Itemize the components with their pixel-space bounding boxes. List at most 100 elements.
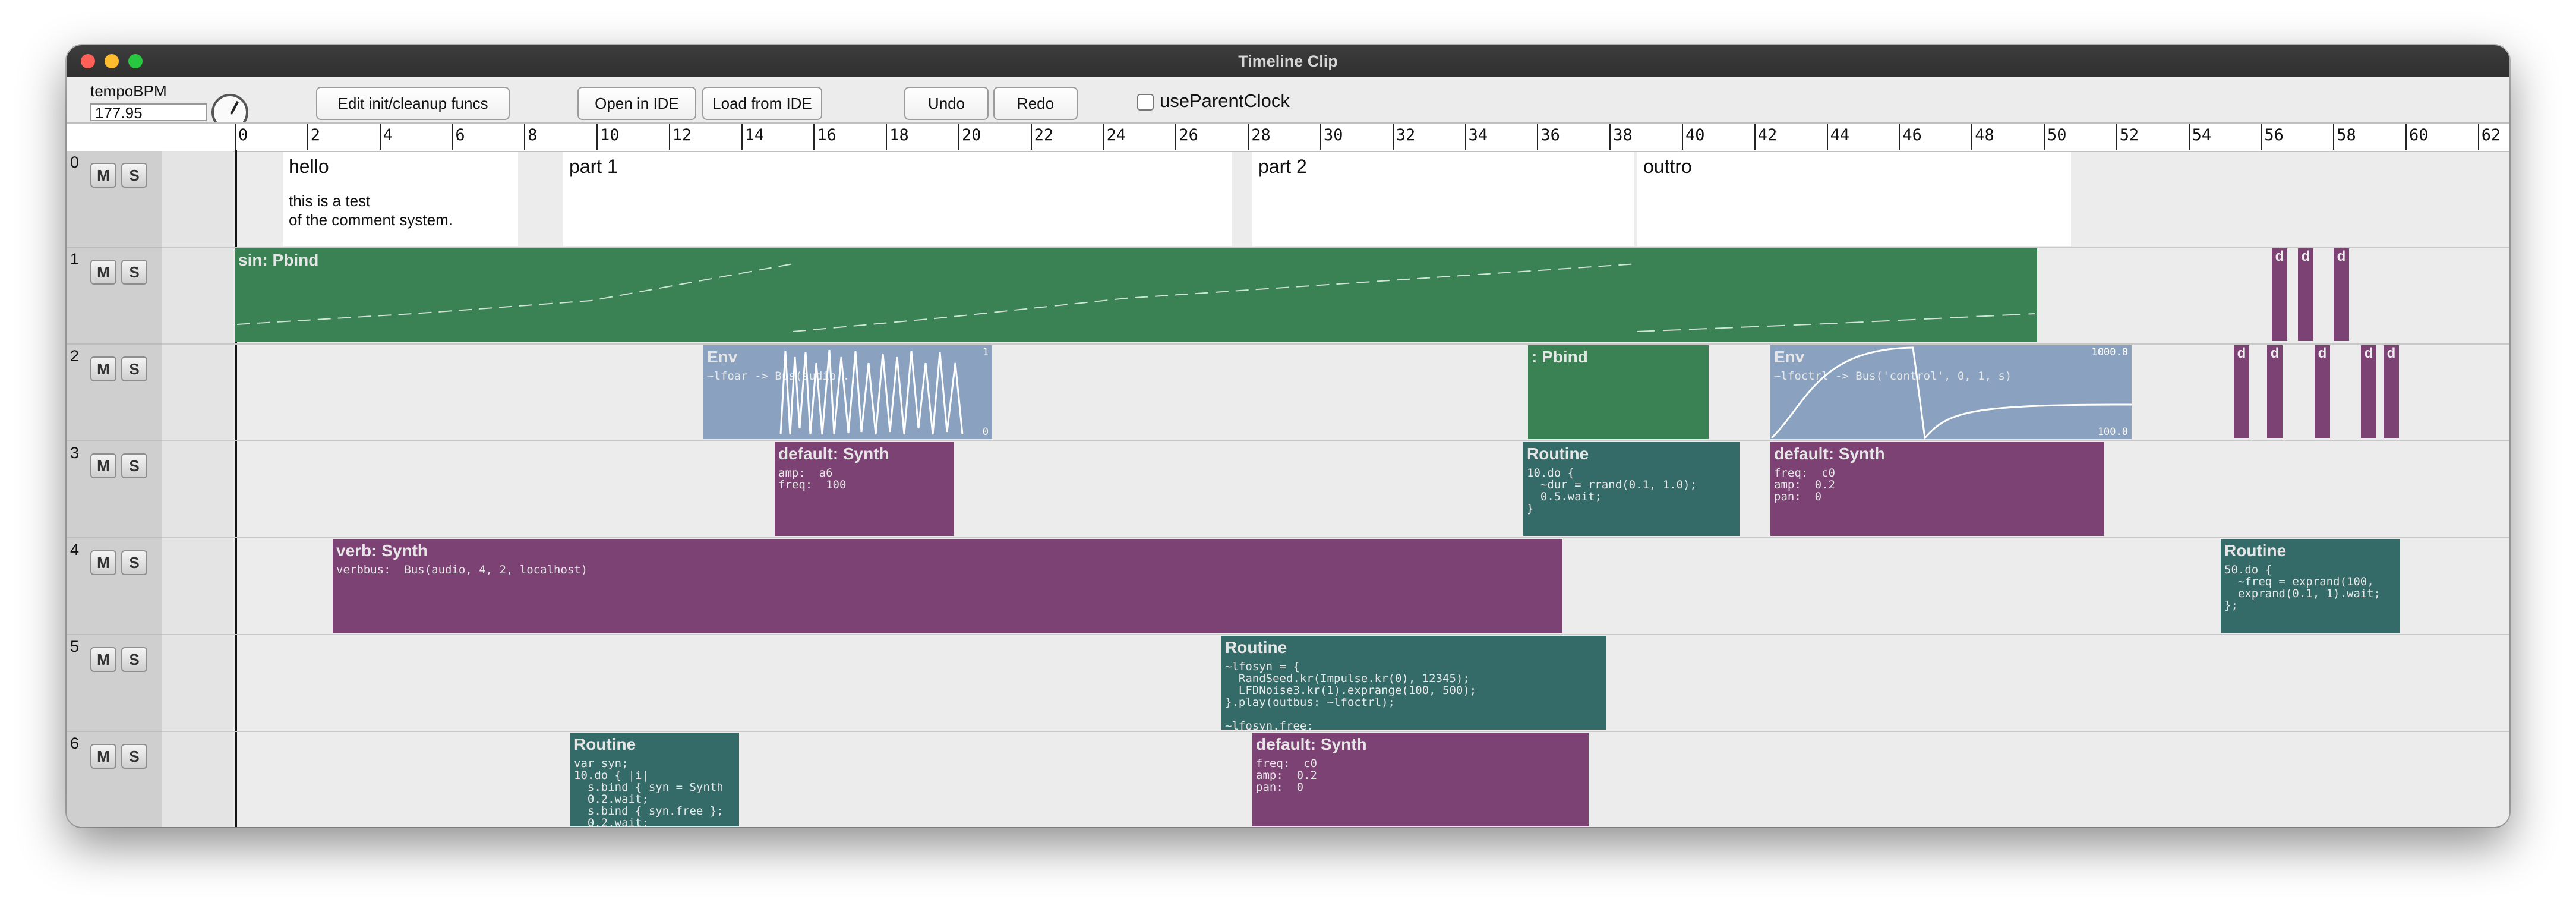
d-clip[interactable]: d	[2234, 345, 2249, 438]
ruler-tick-label: 26	[1179, 126, 1198, 144]
ruler-tick	[2333, 124, 2335, 150]
clip-code: 50.do { ~freq = exprand(100, exprand(0.1…	[2224, 563, 2381, 612]
mute-button[interactable]: M	[90, 647, 116, 672]
ruler-tick	[2477, 124, 2479, 150]
solo-button[interactable]: S	[121, 550, 147, 575]
track-row[interactable]	[67, 441, 2509, 538]
track-row[interactable]	[67, 345, 2509, 441]
comment-clip[interactable]: hello this is a test of the comment syste…	[283, 152, 518, 246]
mute-button[interactable]: M	[90, 163, 116, 188]
ruler-tick	[958, 124, 959, 150]
d-clip[interactable]: d	[2315, 345, 2330, 438]
default-synth-clip[interactable]: default: Synth freq: c0 amp: 0.2 pan: 0	[1770, 442, 2104, 536]
envelope-curve	[1770, 346, 2132, 439]
time-ruler[interactable]: 0 2 4 6 8 10 12 14 16 18 20 22 24 26 28 30 32 34 36 38 40 42 4…	[67, 122, 2509, 152]
ruler-tick	[1899, 124, 1901, 150]
routine-clip[interactable]: Routine 10.do { ~dur = rrand(0.1, 1.0); 0…	[1523, 442, 1740, 536]
comment-clip[interactable]: part 1	[563, 152, 1232, 246]
ruler-tick-label: 54	[2192, 126, 2212, 144]
verb-synth-clip[interactable]: verb: Synth verbbus: Bus(audio, 4, 2, loc…	[333, 539, 1562, 633]
ruler-tick	[2188, 124, 2190, 150]
pattern-curve	[236, 263, 2035, 332]
comment-title: part 2	[1258, 156, 1307, 177]
load-from-ide-button[interactable]: Load from IDE	[702, 87, 822, 120]
default-synth-clip[interactable]: default: Synth amp: a6 freq: 100	[775, 442, 954, 536]
comment-body: this is a test of the comment system.	[289, 192, 453, 229]
comment-title: outtro	[1643, 156, 1692, 177]
solo-button[interactable]: S	[121, 356, 147, 381]
d-label: d	[2386, 345, 2396, 361]
ruler-tick-label: 62	[2481, 126, 2501, 144]
maximize-window-button[interactable]	[128, 54, 143, 68]
ruler-tick-label: 10	[600, 126, 620, 144]
track-header: 4MS	[67, 538, 162, 635]
close-window-button[interactable]	[81, 54, 95, 68]
ruler-tick-label: 48	[1975, 126, 1994, 144]
comment-clip[interactable]: outtro	[1637, 152, 2071, 246]
routine-clip[interactable]: Routine ~lfosyn = { RandSeed.kr(Impulse.k…	[1221, 636, 1606, 730]
open-in-ide-button[interactable]: Open in IDE	[577, 87, 696, 120]
solo-button[interactable]: S	[121, 163, 147, 188]
track-gutter	[162, 441, 233, 537]
d-clip[interactable]: d	[2267, 345, 2283, 438]
ruler-tick-label: 42	[1757, 126, 1778, 144]
solo-button[interactable]: S	[121, 647, 147, 672]
timeline-window: Timeline Clip tempoBPM 177.95 Edit init/…	[67, 45, 2509, 827]
comment-title: hello	[289, 156, 329, 177]
ruler-tick	[1971, 124, 1973, 150]
edit-init-cleanup-button[interactable]: Edit init/cleanup funcs	[316, 87, 510, 120]
d-clip[interactable]: d	[2334, 248, 2349, 341]
d-label: d	[2275, 248, 2284, 264]
default-synth-clip[interactable]: default: Synth freq: c0 amp: 0.2 pan: 0	[1252, 733, 1589, 826]
track-number: 3	[70, 444, 80, 462]
routine-clip[interactable]: Routine var syn; 10.do { |i| s.bind { syn…	[570, 733, 739, 826]
ruler-tick-label: 8	[528, 126, 538, 144]
ruler-tick-label: 34	[1468, 126, 1488, 144]
mute-button[interactable]: M	[90, 453, 116, 478]
ruler-tick	[235, 124, 236, 150]
ruler-tick-label: 4	[383, 126, 393, 144]
track-gutter	[162, 635, 233, 731]
ruler-tick-label: 6	[455, 126, 465, 144]
mute-button[interactable]: M	[90, 744, 116, 769]
solo-button[interactable]: S	[121, 744, 147, 769]
sin-pbind-clip[interactable]: sin: Pbind	[235, 248, 2037, 342]
ruler-tick-label: 38	[1613, 126, 1633, 144]
env-lfoar-clip[interactable]: Env ~lfoar -> Bus(audio... 1 0	[703, 345, 992, 439]
d-clip[interactable]: d	[2272, 248, 2287, 341]
env-lfoctrl-clip[interactable]: Env ~lfoctrl -> Bus('control', 0, 1, s) 10…	[1770, 345, 2132, 439]
solo-button[interactable]: S	[121, 453, 147, 478]
track-header: 2MS	[67, 345, 162, 441]
redo-button[interactable]: Redo	[993, 87, 1078, 120]
track-gutter	[162, 248, 233, 343]
minimize-window-button[interactable]	[105, 54, 119, 68]
use-parent-clock-checkbox[interactable]	[1137, 94, 1154, 111]
d-clip[interactable]: d	[2298, 248, 2313, 341]
track-gutter	[162, 345, 233, 440]
ruler-tick	[1464, 124, 1466, 150]
mute-button[interactable]: M	[90, 356, 116, 381]
clip-title: verb: Synth	[336, 541, 428, 560]
clip-title: default: Synth	[778, 444, 889, 463]
ruler-tick-label: 46	[1902, 126, 1922, 144]
waveform	[779, 349, 964, 435]
clip-title: default: Synth	[1256, 735, 1367, 753]
tempo-field[interactable]: 177.95	[90, 103, 207, 121]
track-header: 5MS	[67, 635, 162, 732]
mute-button[interactable]: M	[90, 260, 116, 285]
track-number: 5	[70, 638, 80, 655]
clip-code: verbbus: Bus(audio, 4, 2, localhost)	[336, 563, 588, 576]
clip-title: : Pbind	[1532, 348, 1588, 366]
ruler-tick	[379, 124, 381, 150]
solo-button[interactable]: S	[121, 260, 147, 285]
d-clip[interactable]: d	[2384, 345, 2399, 438]
routine-clip[interactable]: Routine 50.do { ~freq = exprand(100, expr…	[2221, 539, 2400, 633]
pbind-clip[interactable]: : Pbind	[1528, 345, 1709, 439]
ruler-tick-label: 24	[1106, 126, 1126, 144]
d-clip[interactable]: d	[2361, 345, 2376, 438]
undo-button[interactable]: Undo	[904, 87, 989, 120]
ruler-tick-label: 12	[672, 126, 692, 144]
d-label: d	[2237, 345, 2246, 361]
comment-clip[interactable]: part 2	[1252, 152, 1634, 246]
mute-button[interactable]: M	[90, 550, 116, 575]
